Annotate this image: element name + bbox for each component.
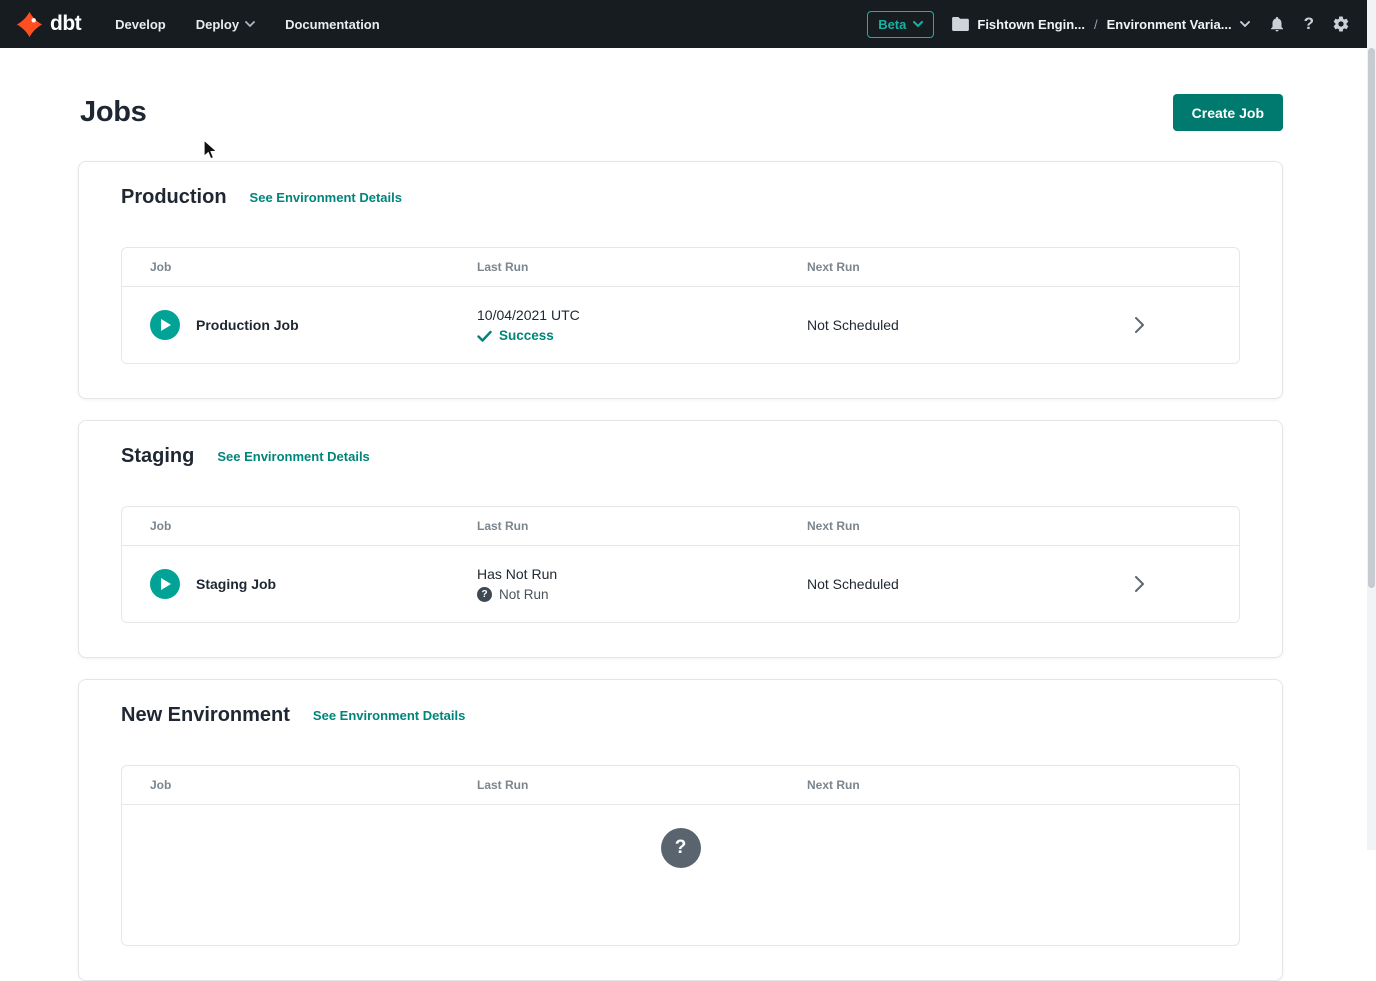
- column-header-last-run: Last Run: [477, 260, 807, 274]
- job-name: Staging Job: [196, 576, 276, 592]
- not-run-question-icon: ?: [477, 587, 492, 602]
- check-icon: [477, 330, 492, 342]
- chevron-down-icon: [913, 21, 923, 28]
- see-environment-details-link[interactable]: See Environment Details: [217, 449, 369, 464]
- last-run-status: Success: [477, 328, 807, 343]
- column-header-next-run: Next Run: [807, 260, 1039, 274]
- jobs-table: Job Last Run Next Run Production Job 10/…: [121, 247, 1240, 364]
- last-run-date: Has Not Run: [477, 566, 807, 582]
- column-header-job: Job: [150, 519, 477, 533]
- page-header: Jobs Create Job: [78, 94, 1283, 131]
- chevron-down-icon: [1240, 21, 1250, 28]
- help-button[interactable]: ?: [1304, 14, 1314, 34]
- table-header-row: Job Last Run Next Run: [122, 766, 1239, 805]
- column-header-next-run: Next Run: [807, 519, 1039, 533]
- job-row-staging-job[interactable]: Staging Job Has Not Run ? Not Run Not Sc…: [122, 546, 1239, 622]
- chevron-right-icon[interactable]: [1135, 576, 1144, 592]
- empty-jobs-state: ?: [122, 805, 1239, 945]
- table-header-row: Job Last Run Next Run: [122, 507, 1239, 546]
- dbt-logo[interactable]: dbt: [16, 11, 81, 38]
- next-run-value: Not Scheduled: [807, 317, 1039, 333]
- column-header-job: Job: [150, 260, 477, 274]
- environment-card-staging: Staging See Environment Details Job Last…: [78, 420, 1283, 658]
- environment-name: Production: [121, 186, 227, 209]
- environment-name: New Environment: [121, 704, 290, 727]
- play-icon: [158, 318, 172, 332]
- play-icon: [158, 577, 172, 591]
- chevron-right-icon[interactable]: [1135, 317, 1144, 333]
- environment-card-production: Production See Environment Details Job L…: [78, 161, 1283, 399]
- bell-icon: [1268, 15, 1286, 33]
- breadcrumb[interactable]: Fishtown Engin... / Environment Varia...: [952, 17, 1249, 32]
- last-run-date: 10/04/2021 UTC: [477, 307, 807, 323]
- question-mark-icon: ?: [1304, 14, 1314, 34]
- settings-button[interactable]: [1332, 15, 1350, 33]
- see-environment-details-link[interactable]: See Environment Details: [313, 708, 465, 723]
- column-header-next-run: Next Run: [807, 778, 1039, 792]
- page-title: Jobs: [80, 96, 147, 129]
- environment-card-new-environment: New Environment See Environment Details …: [78, 679, 1283, 981]
- jobs-table: Job Last Run Next Run Staging Job Has No…: [121, 506, 1240, 623]
- run-job-button[interactable]: [150, 569, 180, 599]
- column-header-last-run: Last Run: [477, 778, 807, 792]
- jobs-page: Jobs Create Job Production See Environme…: [0, 94, 1376, 981]
- next-run-value: Not Scheduled: [807, 576, 1039, 592]
- top-navbar: dbt Develop Deploy Documentation Beta: [0, 0, 1376, 48]
- dbt-logo-icon: [16, 11, 43, 38]
- vertical-scrollbar[interactable]: [1367, 0, 1376, 850]
- column-header-job: Job: [150, 778, 477, 792]
- nav-item-documentation[interactable]: Documentation: [285, 17, 380, 32]
- gear-icon: [1332, 15, 1350, 33]
- column-header-last-run: Last Run: [477, 519, 807, 533]
- brand-name: dbt: [50, 12, 81, 36]
- table-header-row: Job Last Run Next Run: [122, 248, 1239, 287]
- breadcrumb-separator: /: [1093, 17, 1099, 32]
- chevron-down-icon: [245, 21, 255, 28]
- breadcrumb-current[interactable]: Environment Varia...: [1107, 17, 1232, 32]
- run-job-button[interactable]: [150, 310, 180, 340]
- empty-state-question-icon: ?: [661, 828, 701, 868]
- environment-name: Staging: [121, 445, 194, 468]
- breadcrumb-project[interactable]: Fishtown Engin...: [977, 17, 1085, 32]
- see-environment-details-link[interactable]: See Environment Details: [250, 190, 402, 205]
- scrollbar-thumb[interactable]: [1368, 48, 1375, 588]
- job-row-production-job[interactable]: Production Job 10/04/2021 UTC Success No…: [122, 287, 1239, 363]
- beta-version-dropdown[interactable]: Beta: [867, 11, 934, 38]
- folder-icon: [952, 17, 969, 31]
- main-menu: Develop Deploy Documentation: [115, 17, 380, 32]
- nav-item-deploy[interactable]: Deploy: [196, 17, 255, 32]
- create-job-button[interactable]: Create Job: [1173, 94, 1283, 131]
- notifications-button[interactable]: [1268, 15, 1286, 33]
- navbar-right: Beta Fishtown Engin... / Environment Var…: [867, 11, 1350, 38]
- nav-item-develop[interactable]: Develop: [115, 17, 166, 32]
- job-name: Production Job: [196, 317, 299, 333]
- jobs-table: Job Last Run Next Run ?: [121, 765, 1240, 946]
- last-run-status: ? Not Run: [477, 587, 807, 602]
